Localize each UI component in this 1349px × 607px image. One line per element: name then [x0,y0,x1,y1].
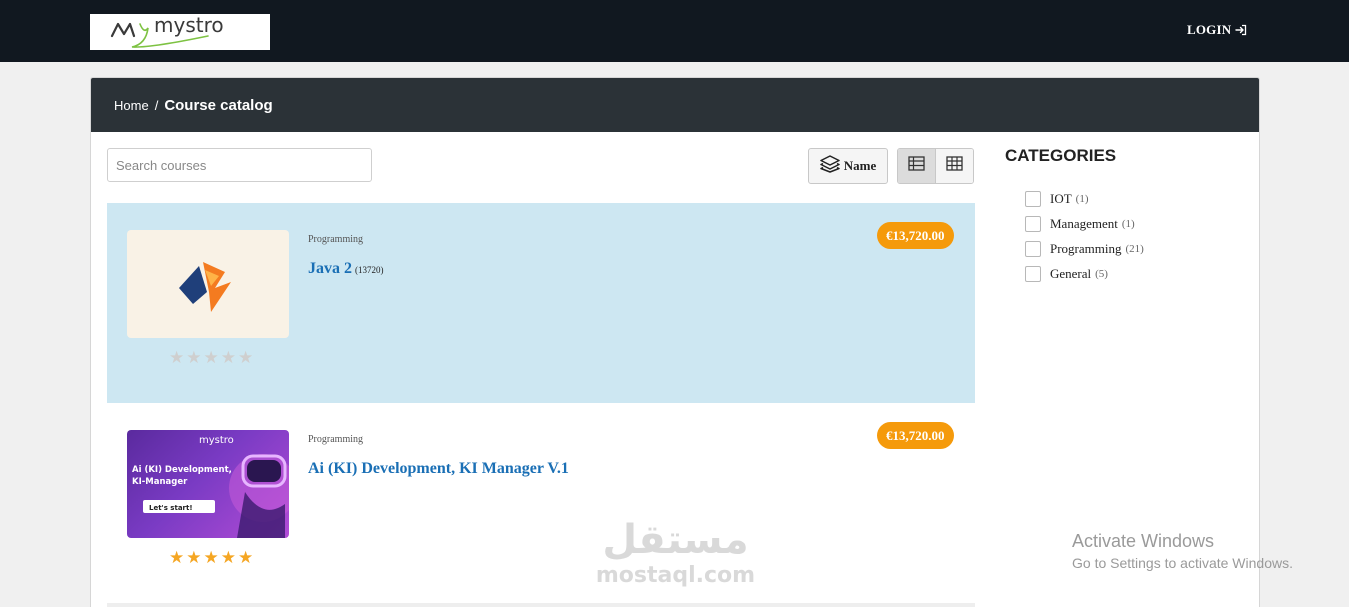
course-title-row: Ai (KI) Development, KI Manager V.1 [308,460,569,478]
price-badge: €13,720.00 [877,222,954,249]
categories-heading: CATEGORIES [1005,146,1117,165]
top-navbar: mystro LOGIN [0,0,1349,62]
activate-windows-notice: Activate Windows Go to Settings to activ… [1072,531,1293,571]
category-checkbox[interactable] [1025,265,1041,282]
category-checkbox[interactable] [1025,215,1041,232]
rating-stars: ★ ★ ★ ★ ★ [169,549,253,566]
mystro-logo[interactable]: mystro [90,14,270,50]
category-filter-general[interactable]: General (5) [1025,261,1144,286]
watermark-arabic: مستقل [602,517,749,563]
star-icon: ★ [203,548,219,567]
course-category: Programming [308,234,363,245]
activate-title: Activate Windows [1072,531,1215,551]
breadcrumb-separator: / [154,97,159,113]
star-icon: ★ [238,348,254,367]
course-title-row: Java 2 (13720) [308,260,384,278]
logo-text: mystro [154,14,224,37]
sort-label: Name [843,158,877,173]
mostaql-watermark: مستقل mostaql.com [593,517,758,589]
list-view-icon [908,156,925,176]
star-icon: ★ [169,348,185,367]
category-count: (21) [1125,242,1144,255]
category-label: IOT [1050,190,1072,206]
star-icon: ★ [220,348,236,367]
watermark-latin: mostaql.com [595,563,756,588]
star-icon: ★ [203,348,219,367]
course-thumbnail[interactable]: mystro Ai (KI) Development, KI-Manager L… [127,430,289,538]
category-label: General [1050,265,1092,281]
logo-graphic: mystro [110,14,224,48]
star-icon: ★ [238,548,254,567]
list-view-button[interactable] [898,149,936,183]
course-card[interactable]: ★ ★ ★ ★ ★ Programming Java 2 (13720) €13,720… [107,203,975,403]
category-checkbox[interactable] [1025,240,1041,257]
category-label: Programming [1050,240,1122,256]
category-checkbox[interactable] [1025,190,1041,207]
course-card[interactable]: mystro Ai (KI) Development, KI-Manager L… [107,403,975,603]
course-code: (13720) [355,265,384,275]
star-icon: ★ [169,548,185,567]
sign-in-icon [1235,24,1247,36]
category-label: Management [1050,215,1118,231]
login-label: LOGIN [1187,22,1232,37]
category-filter-programming[interactable]: Programming (21) [1025,236,1144,261]
category-count: (1) [1075,192,1089,205]
breadcrumb: Home / Course catalog [91,78,1259,132]
layers-icon [820,155,840,177]
category-filter-iot[interactable]: IOT (1) [1025,186,1144,211]
star-icon: ★ [220,548,236,567]
price-badge: €13,720.00 [877,422,954,449]
sort-by-name-button[interactable]: Name [808,148,888,184]
category-count: (5) [1095,267,1108,280]
banner-button: Let's start! [149,504,193,512]
course-title-link[interactable]: Ai (KI) Development, KI Manager V.1 [308,460,569,478]
page-title: Course catalog [164,96,273,114]
ai-course-banner: mystro Ai (KI) Development, KI-Manager L… [132,435,289,538]
banner-title-line2: KI-Manager [132,477,188,487]
breadcrumb-home-link[interactable]: Home [114,98,149,113]
grid-view-button[interactable] [936,149,973,183]
grid-view-icon [946,156,963,176]
star-icon: ★ [186,348,202,367]
rating-stars: ★ ★ ★ ★ ★ [169,349,253,366]
course-card [107,603,975,607]
login-button[interactable]: LOGIN [1187,22,1247,38]
categories-list: IOT (1) Management (1) Programming (21) … [1025,186,1144,286]
star-icon: ★ [186,548,202,567]
banner-title-line1: Ai (KI) Development, [132,465,232,475]
view-toggle [897,148,974,184]
search-input[interactable] [107,148,372,182]
course-title-link[interactable]: Java 2 [308,260,352,278]
category-filter-management[interactable]: Management (1) [1025,211,1144,236]
activate-subtitle: Go to Settings to activate Windows. [1072,555,1293,571]
course-category: Programming [308,434,363,445]
java-logo-icon [179,262,231,312]
course-thumbnail[interactable] [127,230,289,338]
banner-brand: mystro [199,435,234,446]
category-count: (1) [1121,217,1135,230]
